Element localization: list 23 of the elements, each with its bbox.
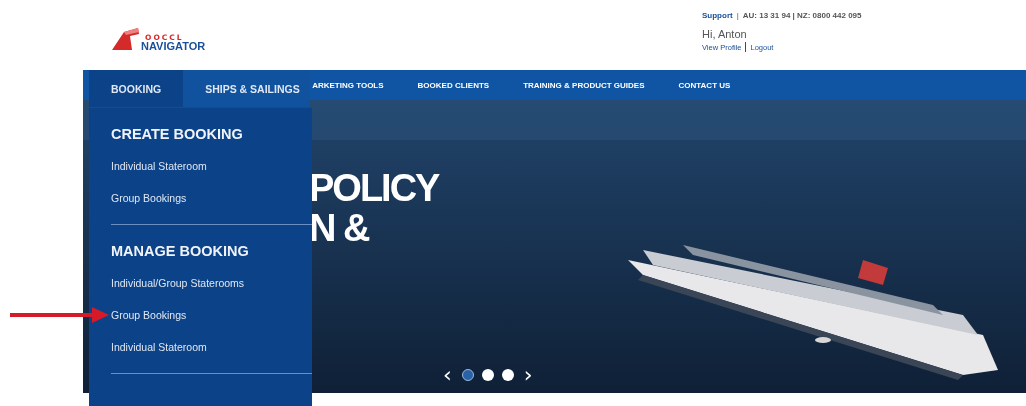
nav-tab[interactable]: BOOKING: [89, 70, 184, 107]
menu-heading: CREATE BOOKING: [111, 126, 244, 142]
menu-item[interactable]: Group Bookings: [111, 309, 187, 321]
nav-tab[interactable]: ARKETING TOOLS: [310, 70, 401, 100]
menu-heading: MANAGE BOOKING: [111, 243, 250, 259]
next-slide-button[interactable]: ›: [521, 366, 535, 384]
previous-slide-button[interactable]: ‹: [441, 366, 454, 384]
nav-tab[interactable]: TRAINING & PRODUCT GUIDES: [506, 70, 662, 100]
separator: |: [736, 11, 739, 20]
menu-item[interactable]: Group Bookings: [111, 192, 187, 204]
funnel-logo-icon: [110, 26, 140, 52]
greeting: Hi, Anton: [702, 28, 748, 40]
menu-item[interactable]: Individual/Group Staterooms: [111, 277, 245, 289]
menu-item[interactable]: Individual Stateroom: [111, 160, 207, 172]
logo-title: NAVIGATOR: [141, 41, 206, 52]
nav-tab[interactable]: CONTACT US: [661, 70, 748, 100]
support-phones: AU: 13 31 94 | NZ: 0800 442 095: [742, 11, 862, 20]
hero-headline: N &: [309, 208, 370, 248]
nav-tab[interactable]: SHIPS & SAILINGS: [183, 70, 311, 107]
nav-tab[interactable]: BOOKED CLIENTS: [400, 70, 507, 100]
menu-item[interactable]: Individual Stateroom: [111, 341, 207, 353]
support-link[interactable]: Support: [702, 11, 733, 20]
hero-headline: POLICY: [309, 168, 439, 208]
